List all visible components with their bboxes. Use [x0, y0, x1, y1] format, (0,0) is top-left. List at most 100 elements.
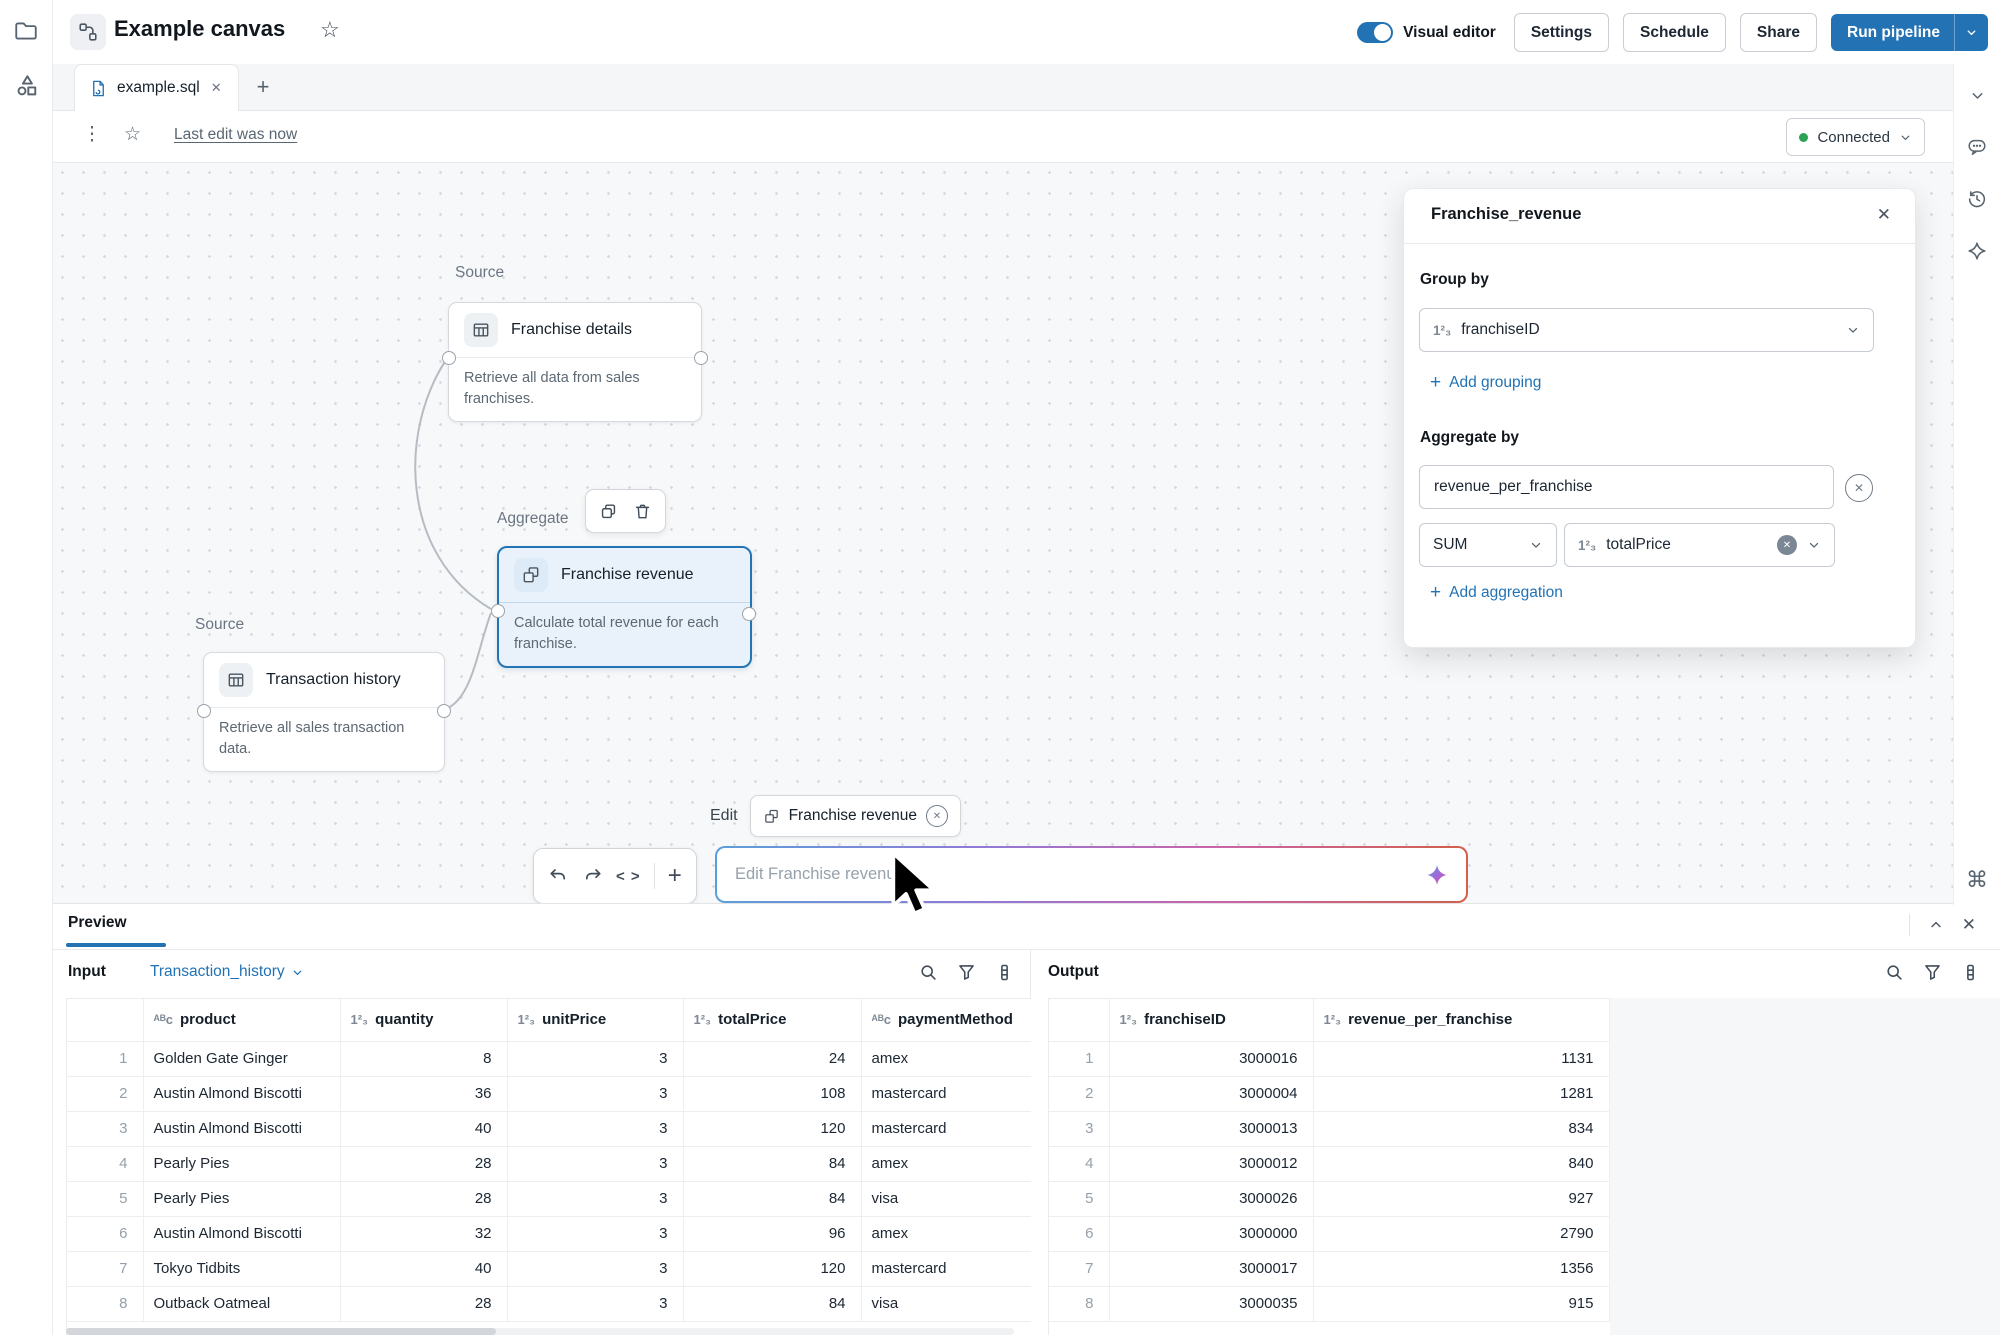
edit-target-chip[interactable]: Franchise revenue ✕: [750, 795, 961, 837]
table-cell: mastercard: [861, 1251, 1031, 1286]
panel-close-icon[interactable]: ✕: [1875, 203, 1893, 227]
settings-button[interactable]: Settings: [1514, 13, 1609, 52]
filter-icon[interactable]: [1922, 962, 1943, 983]
sparkle-icon: [1424, 862, 1450, 888]
visual-editor-toggle[interactable]: [1357, 22, 1393, 43]
favorite-star-icon[interactable]: ☆: [320, 17, 340, 43]
search-icon[interactable]: [918, 962, 939, 983]
connection-status-dropdown[interactable]: Connected: [1786, 118, 1925, 156]
chevron-down-icon: [1846, 323, 1860, 337]
group-by-value: franchiseID: [1461, 321, 1836, 339]
table-cell: 1356: [1313, 1251, 1609, 1286]
collapse-chevron-icon[interactable]: [1962, 80, 1992, 110]
run-pipeline-label[interactable]: Run pipeline: [1831, 14, 1954, 51]
aggregate-icon: [763, 808, 780, 825]
table-row: 4Pearly Pies28384amex: [67, 1146, 1031, 1181]
row-number-header: [67, 999, 143, 1041]
tab-example-sql[interactable]: example.sql ✕: [74, 64, 239, 111]
share-button[interactable]: Share: [1740, 13, 1817, 52]
new-tab-button[interactable]: +: [248, 72, 278, 102]
app-header: Example canvas ☆ Visual editor Settings …: [52, 0, 2000, 64]
canvas-node-transaction-history[interactable]: Transaction history Retrieve all sales t…: [203, 652, 445, 772]
columns-icon[interactable]: [1960, 962, 1981, 983]
edit-label: Edit: [710, 807, 738, 825]
scrollbar-thumb[interactable]: [66, 1328, 496, 1335]
clear-column-icon[interactable]: ✕: [1777, 535, 1797, 555]
delete-icon[interactable]: [633, 502, 652, 521]
columns-icon[interactable]: [994, 962, 1015, 983]
active-tab-underline: [66, 943, 166, 947]
table-cell: 28: [340, 1146, 507, 1181]
add-icon[interactable]: +: [668, 864, 682, 888]
column-header-product[interactable]: ᴬᴮcproduct: [143, 999, 340, 1041]
comments-icon[interactable]: [1962, 132, 1992, 162]
kebab-menu-icon[interactable]: ⋮: [82, 123, 102, 146]
node-port[interactable]: [437, 704, 451, 718]
node-port[interactable]: [491, 604, 505, 618]
input-table-container[interactable]: ᴬᴮcproduct1²₃quantity1²₃unitPrice1²₃tota…: [66, 998, 1031, 1335]
search-icon[interactable]: [1884, 962, 1905, 983]
add-grouping-link[interactable]: + Add grouping: [1430, 373, 1541, 392]
output-table-container[interactable]: 1²₃franchiseID1²₃revenue_per_franchise 13…: [1048, 998, 1610, 1335]
aggregation-function-select[interactable]: SUM: [1419, 523, 1557, 567]
remove-aggregation-icon[interactable]: ✕: [1845, 474, 1873, 502]
assistant-sparkle-icon[interactable]: [1962, 236, 1992, 266]
table-cell: amex: [861, 1041, 1031, 1076]
tab-label: example.sql: [117, 79, 200, 97]
node-port[interactable]: [742, 607, 756, 621]
run-pipeline-button[interactable]: Run pipeline: [1831, 14, 1988, 51]
history-icon[interactable]: [1962, 184, 1992, 214]
table-cell: 120: [683, 1111, 861, 1146]
node-port[interactable]: [197, 704, 211, 718]
run-pipeline-dropdown[interactable]: [1954, 14, 1988, 51]
close-preview-icon[interactable]: ✕: [1962, 915, 1976, 935]
canvas-node-franchise-details[interactable]: Franchise details Retrieve all data from…: [448, 302, 702, 422]
node-kind-label: Source: [195, 616, 244, 634]
node-kind-label: Aggregate: [497, 510, 569, 528]
node-port[interactable]: [694, 351, 708, 365]
chip-remove-icon[interactable]: ✕: [926, 805, 948, 827]
aggregation-name-input[interactable]: revenue_per_franchise: [1419, 465, 1834, 509]
horizontal-scrollbar[interactable]: [66, 1328, 1014, 1335]
input-source-dropdown[interactable]: Transaction_history: [150, 963, 304, 981]
chevron-down-icon: [1807, 538, 1821, 552]
add-aggregation-link[interactable]: + Add aggregation: [1430, 583, 1563, 602]
column-header-totalPrice[interactable]: 1²₃totalPrice: [683, 999, 861, 1041]
duplicate-icon[interactable]: [599, 502, 618, 521]
tab-preview[interactable]: Preview: [68, 914, 127, 932]
shapes-icon[interactable]: [11, 70, 41, 100]
code-view-icon[interactable]: < >: [616, 868, 641, 885]
table-cell: 84: [683, 1286, 861, 1321]
input-table-tools: [918, 962, 1015, 983]
star-icon[interactable]: ☆: [124, 123, 141, 146]
table-cell: Austin Almond Biscotti: [143, 1111, 340, 1146]
table-cell: 120: [683, 1251, 861, 1286]
node-title: Franchise revenue: [561, 566, 694, 584]
preview-panel: Preview ✕ Input Transaction_history: [50, 903, 2000, 1335]
filter-icon[interactable]: [956, 962, 977, 983]
undo-icon[interactable]: [548, 866, 569, 887]
column-header-revenue_per_franchise[interactable]: 1²₃revenue_per_franchise: [1313, 999, 1609, 1041]
last-edit-link[interactable]: Last edit was now: [174, 126, 297, 144]
edit-toolbar: < > +: [533, 848, 697, 904]
group-by-select[interactable]: 1²₃ franchiseID: [1419, 308, 1874, 352]
node-port[interactable]: [442, 351, 456, 365]
canvas-node-franchise-revenue[interactable]: Franchise revenue Calculate total revenu…: [497, 546, 752, 668]
table-cell: 3: [507, 1286, 683, 1321]
table-cell: 28: [340, 1286, 507, 1321]
column-header-unitPrice[interactable]: 1²₃unitPrice: [507, 999, 683, 1041]
folder-icon[interactable]: [11, 16, 41, 46]
aggregation-column-select[interactable]: 1²₃ totalPrice ✕: [1564, 523, 1835, 567]
column-header-franchiseID[interactable]: 1²₃franchiseID: [1109, 999, 1313, 1041]
connected-label: Connected: [1817, 129, 1890, 146]
column-header-quantity[interactable]: 1²₃quantity: [340, 999, 507, 1041]
ai-edit-input[interactable]: [733, 864, 1414, 885]
expand-panel-icon[interactable]: [1928, 917, 1944, 933]
shortcuts-icon[interactable]: ⌘: [1954, 867, 2000, 893]
column-header-paymentMethod[interactable]: ᴬᴮcpaymentMethod: [861, 999, 1031, 1041]
schedule-button[interactable]: Schedule: [1623, 13, 1726, 52]
table-row: 83000035915: [1049, 1286, 1609, 1321]
redo-icon[interactable]: [582, 866, 603, 887]
tab-close-icon[interactable]: ✕: [209, 78, 224, 98]
table-cell: amex: [861, 1146, 1031, 1181]
